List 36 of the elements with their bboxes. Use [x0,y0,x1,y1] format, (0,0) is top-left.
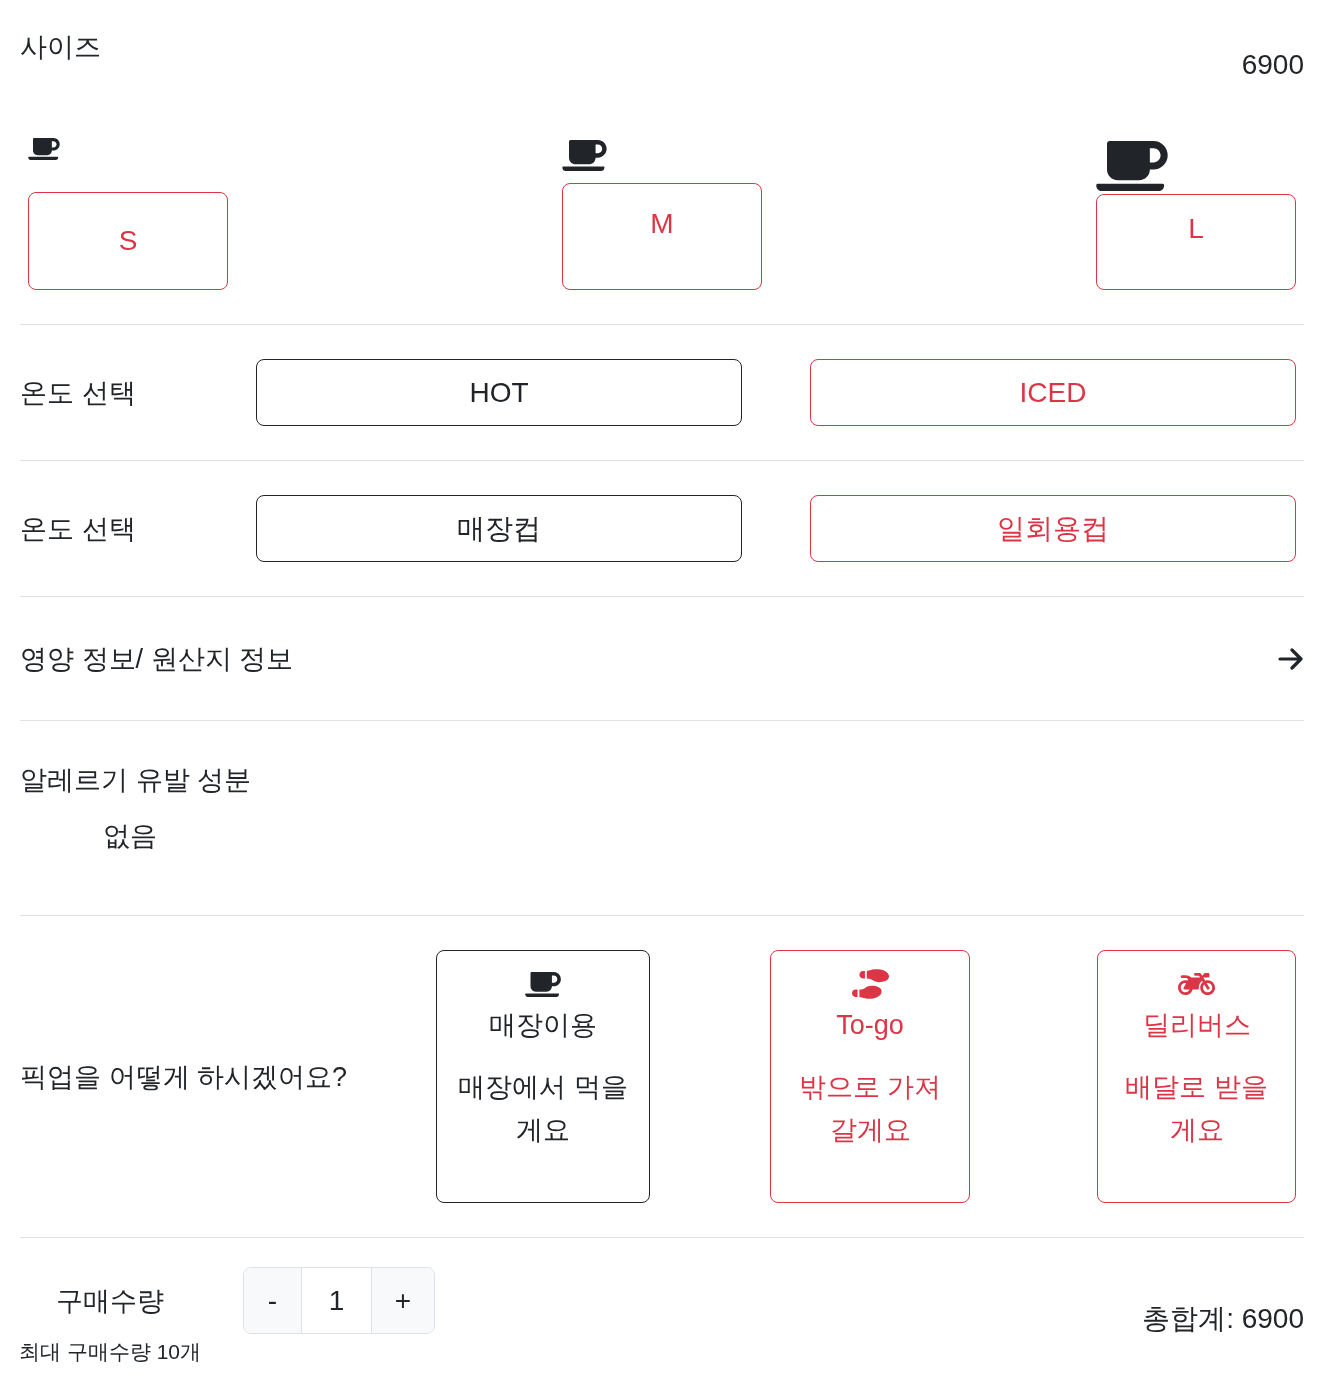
decrement-button[interactable]: - [244,1268,301,1333]
pickup-option-title: 매장이용 [489,1009,597,1042]
cup-icon [1096,141,1168,191]
pickup-option-title: 딜리버스 [1142,1009,1251,1042]
temperature-option-button[interactable]: HOT [256,359,742,426]
cup-option-button[interactable]: 일회용컵 [810,495,1296,562]
pickup-option-card[interactable]: To-go 밖으로 가져갈게요 [770,950,970,1203]
size-option-button[interactable]: M [562,183,762,290]
section-title: 알레르기 유발 성분 [20,764,251,797]
pickup-option-description: 배달로 받을게요 [1124,1071,1269,1147]
pickup-option-card[interactable]: 딜리버스 배달로 받을게요 [1097,950,1296,1203]
row-label: 온도 선택 [20,376,137,410]
pickup-option-title: To-go [836,1009,904,1042]
pickup-question: 픽업을 어떻게 하시겠어요? [20,1060,349,1094]
arrow-right-icon[interactable] [1278,647,1304,670]
total-price: 총합계: 6900 [1142,1302,1304,1336]
temperature-option-button[interactable]: ICED [810,359,1296,426]
cup-option-button[interactable]: 매장컵 [256,495,742,562]
pickup-option-description: 매장에서 먹을게요 [457,1071,629,1147]
allergen-value: 없음 [103,820,157,853]
pickup-option-description: 밖으로 가져갈게요 [797,1071,943,1147]
size-option-button[interactable]: L [1096,194,1296,290]
price-text: 6900 [1241,48,1304,82]
quantity-label: 구매수량 [56,1285,164,1318]
increment-button[interactable]: + [372,1268,434,1333]
size-option-button[interactable]: S [28,192,228,290]
footprints-icon [851,969,889,999]
cup-icon [562,140,607,171]
quantity-limit-note: 최대 구매수량 10개 [19,1339,201,1365]
section-title: 사이즈 [20,31,101,64]
row-label: 온도 선택 [20,512,137,546]
quantity-value: 1 [301,1268,372,1333]
cup-icon [525,971,561,997]
nutrition-info-link[interactable]: 영양 정보/ 원산지 정보 [20,641,293,676]
cup-icon [28,138,60,160]
pickup-option-card[interactable]: 매장이용 매장에서 먹을게요 [436,950,650,1203]
